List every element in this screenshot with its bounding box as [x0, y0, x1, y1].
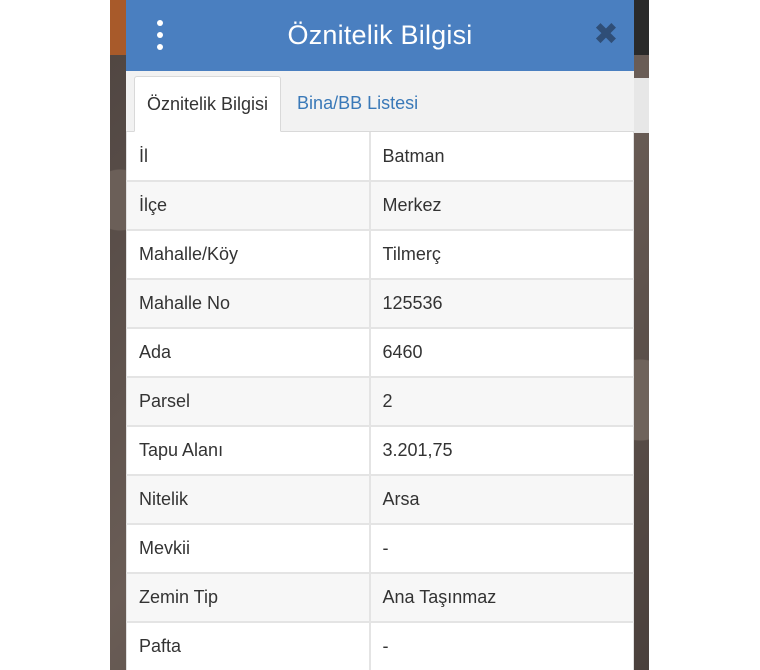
- table-row: İl Batman: [126, 132, 634, 182]
- attribute-value: 3.201,75: [369, 426, 634, 476]
- kebab-dot: [157, 20, 163, 26]
- panel-header: Öznitelik Bilgisi ✖: [126, 0, 634, 71]
- attribute-value: 6460: [369, 328, 634, 378]
- table-row: Tapu Alanı 3.201,75: [126, 426, 634, 476]
- close-icon[interactable]: ✖: [592, 20, 620, 50]
- table-row: Parsel 2: [126, 377, 634, 427]
- attribute-value: Tilmerç: [369, 230, 634, 280]
- map-edge-strip: [633, 78, 649, 133]
- attribute-value: -: [369, 524, 634, 574]
- panel-title: Öznitelik Bilgisi: [287, 20, 473, 50]
- attribute-value: Merkez: [369, 181, 634, 231]
- attribute-key: Tapu Alanı: [126, 426, 371, 476]
- attribute-key: Pafta: [126, 622, 371, 670]
- map-edge: [633, 0, 649, 55]
- tab-bar: Öznitelik Bilgisi Bina/BB Listesi: [126, 71, 634, 132]
- kebab-dot: [157, 44, 163, 50]
- attribute-value: -: [369, 622, 634, 670]
- attribute-key: Mahalle/Köy: [126, 230, 371, 280]
- phone-screen: Öznitelik Bilgisi ✖ Öznitelik Bilgisi Bi…: [110, 0, 649, 670]
- tab-building-list[interactable]: Bina/BB Listesi: [281, 75, 430, 131]
- attribute-key: Ada: [126, 328, 371, 378]
- tab-attribute-info[interactable]: Öznitelik Bilgisi: [134, 76, 282, 132]
- attribute-info-panel: Öznitelik Bilgisi ✖ Öznitelik Bilgisi Bi…: [126, 0, 634, 670]
- table-row: Mevkii -: [126, 524, 634, 574]
- attribute-key: Parsel: [126, 377, 371, 427]
- attribute-key: İl: [126, 132, 371, 182]
- table-row: Mahalle/Köy Tilmerç: [126, 230, 634, 280]
- attribute-value: Arsa: [369, 475, 634, 525]
- kebab-dot: [157, 32, 163, 38]
- attribute-key: Mevkii: [126, 524, 371, 574]
- attribute-key: İlçe: [126, 181, 371, 231]
- table-row: Pafta -: [126, 622, 634, 670]
- table-row: Ada 6460: [126, 328, 634, 378]
- attribute-table: İl Batman İlçe Merkez Mahalle/Köy Tilmer…: [126, 132, 634, 670]
- attribute-key: Zemin Tip: [126, 573, 371, 623]
- attribute-key: Nitelik: [126, 475, 371, 525]
- attribute-value: 2: [369, 377, 634, 427]
- kebab-menu-icon[interactable]: [152, 20, 168, 50]
- attribute-value: 125536: [369, 279, 634, 329]
- table-row: Zemin Tip Ana Taşınmaz: [126, 573, 634, 623]
- table-row: Mahalle No 125536: [126, 279, 634, 329]
- attribute-value: Ana Taşınmaz: [369, 573, 634, 623]
- attribute-value: Batman: [369, 132, 634, 182]
- attribute-key: Mahalle No: [126, 279, 371, 329]
- table-row: İlçe Merkez: [126, 181, 634, 231]
- table-row: Nitelik Arsa: [126, 475, 634, 525]
